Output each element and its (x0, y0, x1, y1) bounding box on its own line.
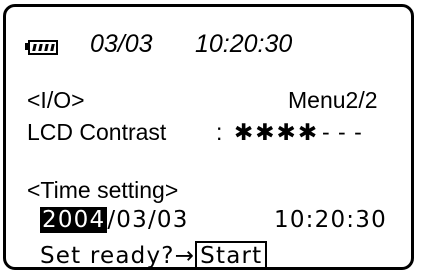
set-ready-row: Set ready?→ Start (40, 241, 268, 269)
menu-page-indicator: Menu2/2 (288, 87, 378, 113)
set-ready-prompt: Set ready?→ (40, 243, 196, 269)
lcd-screen: 03/03 10:20:30 <I/O> Menu2/2 LCD Contras… (3, 4, 414, 270)
start-button[interactable]: Start (195, 241, 268, 267)
date-field: 2004/03/03 (40, 207, 189, 233)
time-field[interactable]: 10:20:30 (274, 207, 387, 233)
contrast-separator: : (216, 119, 223, 145)
month-day-field[interactable]: /03/03 (107, 207, 188, 233)
contrast-remaining: - - - (322, 119, 363, 145)
lcd-contrast-label: LCD Contrast (27, 119, 167, 145)
status-time: 10:20:30 (195, 30, 293, 58)
io-header: <I/O> (27, 87, 85, 113)
contrast-level[interactable]: ✱✱✱✱ (234, 119, 319, 146)
battery-full-icon (25, 40, 58, 55)
status-date: 03/03 (90, 30, 153, 58)
time-setting-header: <Time setting> (27, 177, 179, 203)
year-field[interactable]: 2004 (40, 207, 108, 233)
